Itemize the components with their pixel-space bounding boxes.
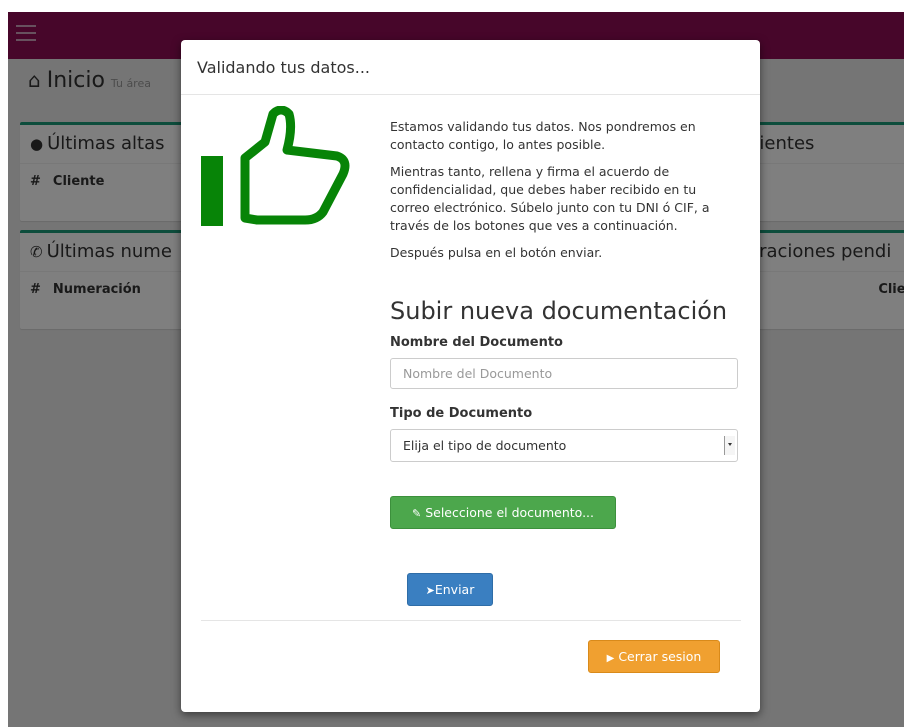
- logout-label: Cerrar sesion: [618, 649, 702, 664]
- modal-message: Estamos validando tus datos. Nos pondrem…: [390, 118, 735, 271]
- validation-modal: Validando tus datos... Estamos validando…: [181, 40, 760, 712]
- send-button[interactable]: ➤Enviar: [407, 573, 493, 606]
- select-document-label: Seleccione el documento...: [425, 505, 594, 520]
- modal-footer-divider: [201, 620, 741, 621]
- logout-button[interactable]: ▶ Cerrar sesion: [588, 640, 720, 673]
- doc-name-input[interactable]: [390, 358, 738, 389]
- left-margin: [0, 0, 8, 727]
- doc-type-select[interactable]: Elija el tipo de documento: [390, 429, 738, 462]
- message-paragraph: Mientras tanto, rellena y firma el acuer…: [390, 164, 710, 233]
- select-document-button[interactable]: ✎ Seleccione el documento...: [390, 496, 616, 529]
- paperclip-icon: ✎: [412, 507, 422, 520]
- chevron-down-icon: [724, 436, 735, 455]
- modal-header: Validando tus datos...: [181, 40, 760, 95]
- modal-title: Validando tus datos...: [197, 58, 370, 77]
- upload-section-title: Subir nueva documentación: [390, 297, 728, 325]
- logout-icon: ▶: [606, 653, 615, 664]
- thumbs-up-icon: [201, 106, 350, 226]
- doc-type-label: Tipo de Documento: [390, 406, 533, 421]
- send-icon: ➤: [425, 584, 435, 597]
- doc-type-selected: Elija el tipo de documento: [403, 438, 567, 453]
- message-paragraph: Estamos validando tus datos. Nos pondrem…: [390, 119, 696, 152]
- doc-name-label: Nombre del Documento: [390, 335, 563, 350]
- send-label: Enviar: [434, 582, 475, 597]
- message-paragraph: Después pulsa en el botón enviar.: [390, 245, 603, 260]
